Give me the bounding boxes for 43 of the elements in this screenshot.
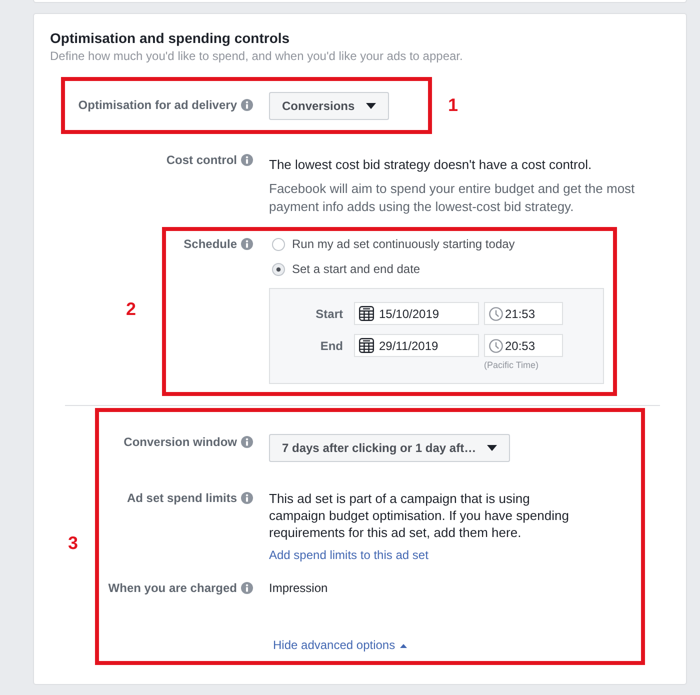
clock-icon	[489, 338, 503, 352]
field-label: Optimisation for ad delivery	[78, 97, 237, 113]
description-text: The lowest cost bid strategy doesn't have a cost control.	[269, 156, 592, 174]
radio-button[interactable]	[272, 262, 285, 276]
date-field[interactable]: 15/10/2019	[354, 302, 479, 325]
dropdown[interactable]: Conversions	[269, 92, 389, 120]
caret-icon	[366, 103, 376, 109]
radio-button[interactable]	[272, 238, 285, 250]
caret-icon	[400, 644, 408, 648]
date-label: End	[319, 338, 343, 354]
advanced-options-toggle[interactable]: Hide advanced options	[273, 637, 408, 654]
info-icon	[241, 99, 253, 111]
caret-icon	[487, 445, 498, 451]
info-icon	[241, 436, 253, 448]
annotation-number: 1	[448, 96, 458, 114]
time-field[interactable]: 20:53	[484, 334, 563, 357]
info-icon	[241, 238, 253, 250]
field-label: Cost control	[166, 152, 237, 168]
time-field[interactable]: 21:53	[484, 302, 563, 325]
timezone-note: (Pacific Time)	[484, 360, 539, 371]
description-text: This ad set is part of a campaign that is using campaign budget optimisation. If you have spending requirements for this ad set, add them here.	[269, 490, 570, 541]
clock-icon	[489, 306, 503, 320]
field-label: Schedule	[184, 236, 237, 252]
help-text: Facebook will aim to spend your entire budget and get the most payment info adds using the lowest-cost bid strategy.	[269, 180, 636, 216]
annotation-number: 2	[126, 300, 136, 318]
calendar-icon	[359, 338, 374, 353]
date-field[interactable]: 29/11/2019	[354, 334, 479, 357]
field-label: When you are charged	[108, 580, 237, 596]
info-icon	[241, 154, 253, 166]
radio-option[interactable]: Run my ad set continuously starting today	[272, 236, 515, 252]
info-icon	[241, 582, 253, 594]
radio-option[interactable]: Set a start and end date	[272, 261, 420, 277]
annotation-number: 3	[68, 534, 78, 552]
section-subtitle: Define how much you'd like to spend, and when you'd like your ads to appear.	[50, 48, 463, 64]
section-title: Optimisation and spending controls	[50, 30, 290, 46]
date-label: Start	[314, 306, 343, 322]
link[interactable]: Add spend limits to this ad set	[269, 547, 428, 564]
field-label: Conversion window	[124, 434, 237, 450]
dropdown[interactable]: 7 days after clicking or 1 day aft…	[269, 434, 510, 462]
field-label: Ad set spend limits	[126, 490, 237, 506]
info-icon	[241, 492, 253, 504]
field-value: Impression	[269, 580, 328, 597]
calendar-icon	[359, 306, 374, 321]
